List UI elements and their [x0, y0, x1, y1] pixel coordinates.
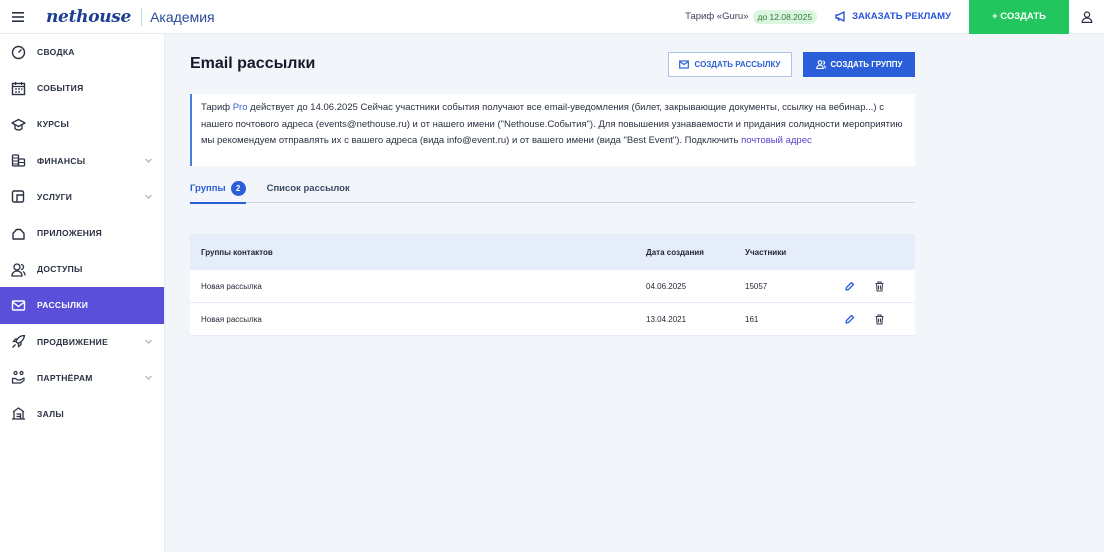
sidebar-item-label: ЗАЛЫ — [37, 408, 65, 419]
sidebar-item-label: КУРСЫ — [37, 119, 70, 130]
sidebar-item-halls[interactable]: ЗАЛЫ — [0, 396, 164, 432]
page-title: Email рассылки — [190, 55, 316, 72]
mail-address-link[interactable]: почтовый адрес — [741, 135, 812, 146]
order-ads-link[interactable]: ЗАКАЗАТЬ РЕКЛАМУ — [835, 11, 951, 22]
group-name[interactable]: Новая рассылка — [190, 282, 646, 291]
members-count: 161 — [745, 314, 759, 324]
sidebar-item-label: ПАРТНЁРАМ — [37, 372, 93, 383]
hall-icon — [11, 406, 26, 421]
graduation-cap-icon — [11, 117, 26, 132]
row-actions — [843, 280, 915, 292]
service-icon — [11, 189, 26, 204]
sidebar-item-label: ПРОДВИЖЕНИЕ — [37, 336, 109, 347]
sidebar: СВОДКА СОБЫТИЯ КУРСЫ ФИНАНСЫ УСЛУГИ ПРИЛ… — [0, 34, 165, 552]
create-group-button[interactable]: СОЗДАТЬ ГРУППУ — [803, 52, 915, 77]
sidebar-item-label: УСЛУГИ — [37, 191, 73, 202]
tab-mailing-list-label: Список рассылок — [266, 183, 350, 194]
sidebar-item-label: ФИНАНСЫ — [37, 155, 86, 166]
tariff-expiry-badge: до 12.08.2025 — [752, 9, 818, 24]
edit-icon[interactable] — [843, 280, 855, 292]
sidebar-item-services[interactable]: УСЛУГИ — [0, 179, 164, 215]
chevron-down-icon — [145, 375, 152, 380]
sidebar-item-finance[interactable]: ФИНАНСЫ — [0, 143, 164, 179]
chevron-down-icon — [145, 339, 152, 344]
sidebar-item-label: СОБЫТИЯ — [37, 83, 84, 94]
sidebar-item-courses[interactable]: КУРСЫ — [0, 106, 164, 142]
sidebar-item-label: ПРИЛОЖЕНИЯ — [37, 228, 103, 239]
nethouse-logo[interactable]: nethouse — [46, 7, 131, 27]
handshake-icon — [11, 370, 26, 385]
sidebar-item-label: ДОСТУПЫ — [37, 264, 83, 275]
table-row[interactable]: Новая рассылка 13.04.2021 161 — [190, 303, 915, 336]
trash-icon[interactable] — [873, 313, 885, 325]
organization-name: Академия — [150, 8, 215, 25]
create-mailing-label: СОЗДАТЬ РАССЫЛКУ — [694, 60, 781, 69]
sidebar-item-access[interactable]: ДОСТУПЫ — [0, 251, 164, 287]
rocket-icon — [11, 334, 26, 349]
edit-icon[interactable] — [843, 313, 855, 325]
dashboard-icon — [11, 45, 26, 60]
create-button[interactable]: + СОЗДАТЬ — [969, 0, 1069, 34]
tab-groups[interactable]: Группы 2 — [190, 174, 246, 204]
order-ads-label: ЗАКАЗАТЬ РЕКЛАМУ — [852, 11, 951, 22]
tab-mailing-list[interactable]: Список рассылок — [267, 174, 350, 203]
column-header-groups[interactable]: Группы контактов — [190, 248, 646, 257]
created-date: 04.06.2025 — [646, 281, 687, 291]
sidebar-item-apps[interactable]: ПРИЛОЖЕНИЯ — [0, 215, 164, 251]
megaphone-icon — [835, 11, 845, 22]
table-header: Группы контактов Дата создания Участники — [190, 234, 915, 270]
table-row[interactable]: Новая рассылка 04.06.2025 15057 — [190, 270, 915, 303]
sidebar-item-label: РАССЫЛКИ — [37, 300, 89, 311]
members-count: 15057 — [745, 281, 768, 291]
trash-icon[interactable] — [873, 280, 885, 292]
sidebar-item-partners[interactable]: ПАРТНЁРАМ — [0, 360, 164, 396]
groups-count-badge: 2 — [230, 181, 246, 196]
tariff-label[interactable]: Тариф «Guru» — [685, 11, 748, 22]
sidebar-item-summary[interactable]: СВОДКА — [0, 34, 164, 70]
mail-icon — [679, 60, 690, 69]
user-icon — [1081, 10, 1092, 23]
tariff-notice: Тариф Pro действует до 14.06.2025 Сейчас… — [190, 94, 915, 166]
coins-icon — [11, 153, 26, 168]
plan-name: Pro — [232, 102, 248, 113]
logo-divider — [141, 7, 143, 26]
users-icon — [815, 60, 826, 69]
create-group-label: СОЗДАТЬ ГРУППУ — [830, 60, 903, 69]
chevron-down-icon — [145, 194, 152, 199]
chevron-down-icon — [145, 158, 152, 163]
menu-icon[interactable] — [0, 0, 36, 34]
tab-groups-label: Группы — [190, 183, 226, 194]
main-content: Email рассылки СОЗДАТЬ РАССЫЛКУ СОЗДАТЬ … — [166, 34, 1104, 552]
apps-icon — [11, 226, 26, 241]
sidebar-item-label: СВОДКА — [37, 47, 75, 58]
created-date: 13.04.2021 — [646, 314, 687, 324]
notice-text-start: Тариф — [201, 102, 233, 113]
top-bar: nethouse Академия Тариф «Guru» до 12.08.… — [0, 0, 1104, 34]
column-header-members[interactable]: Участники — [745, 248, 843, 257]
column-header-created[interactable]: Дата создания — [646, 248, 745, 257]
sidebar-item-promotion[interactable]: ПРОДВИЖЕНИЕ — [0, 324, 164, 360]
create-mailing-button[interactable]: СОЗДАТЬ РАССЫЛКУ — [668, 52, 792, 77]
row-actions — [843, 313, 915, 325]
group-name[interactable]: Новая рассылка — [190, 315, 646, 324]
create-button-label: + СОЗДАТЬ — [992, 11, 1046, 22]
profile-button[interactable] — [1069, 0, 1104, 34]
contact-groups-table: Группы контактов Дата создания Участники… — [190, 234, 915, 336]
users-icon — [11, 262, 26, 277]
calendar-icon — [11, 81, 26, 96]
mail-icon — [11, 298, 26, 313]
sidebar-item-events[interactable]: СОБЫТИЯ — [0, 70, 164, 106]
tabs: Группы 2 Список рассылок — [190, 174, 915, 204]
sidebar-item-mailings[interactable]: РАССЫЛКИ — [0, 287, 164, 324]
